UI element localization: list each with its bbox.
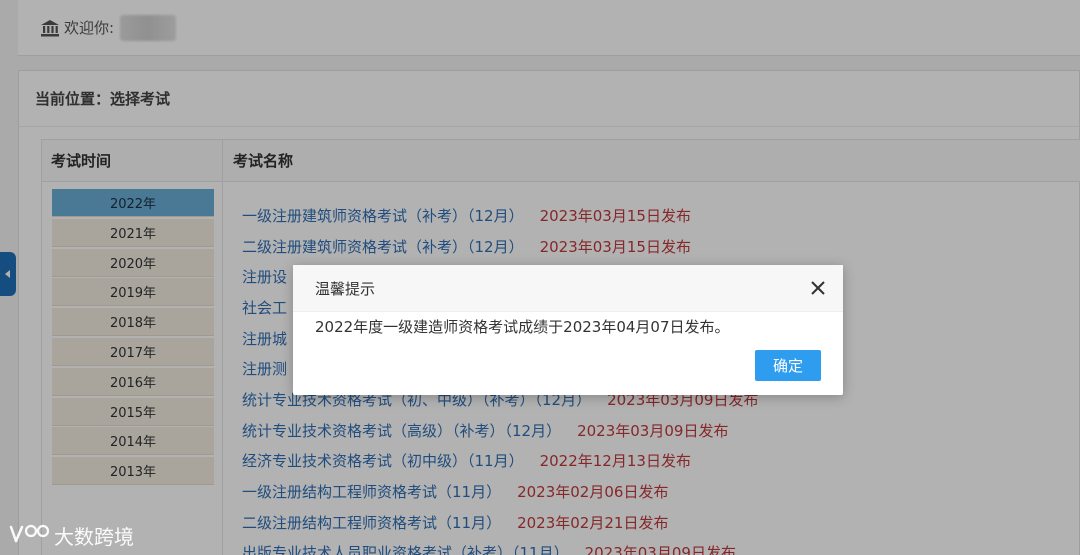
dialog-message: 2022年度一级建造师资格考试成绩于2023年04月07日发布。 <box>315 318 730 336</box>
close-icon[interactable] <box>809 279 827 297</box>
notice-dialog: 温馨提示 2022年度一级建造师资格考试成绩于2023年04月07日发布。 确定 <box>293 265 843 395</box>
watermark-logo-icon <box>9 524 50 543</box>
confirm-button[interactable]: 确定 <box>755 350 821 381</box>
dialog-header: 温馨提示 <box>293 265 843 312</box>
watermark-text: 大数跨境 <box>54 524 134 549</box>
dialog-title: 温馨提示 <box>315 279 376 298</box>
watermark: 大数跨境 <box>8 520 134 550</box>
